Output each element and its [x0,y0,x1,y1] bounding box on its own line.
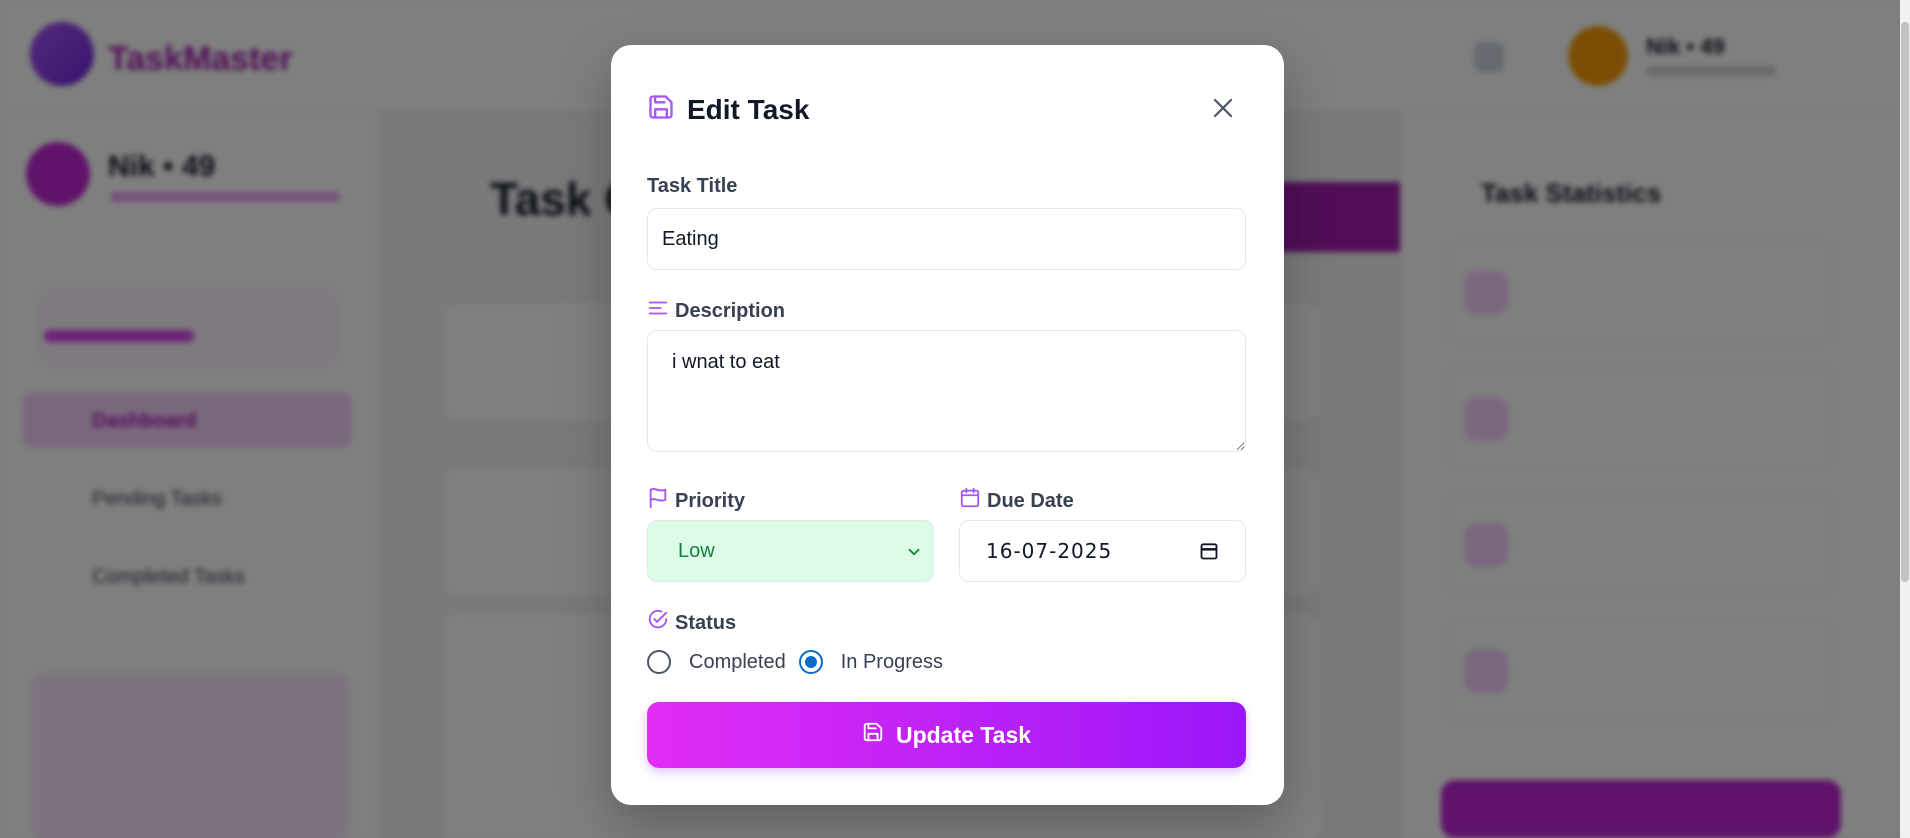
due-date-label-text: Due Date [987,489,1074,512]
scrollbar-thumb[interactable] [1901,22,1909,582]
task-title-label-text: Task Title [647,175,738,197]
due-date-value: 16-07-2025 [986,539,1113,563]
description-textarea[interactable]: i wnat to eat [647,330,1246,452]
task-title-input[interactable] [647,208,1246,270]
page-scrollbar[interactable] [1900,0,1910,838]
priority-select[interactable]: Low [647,520,934,582]
status-in-progress-radio[interactable] [798,650,823,674]
close-button[interactable] [1208,95,1238,125]
save-icon [862,721,884,749]
calendar-icon [959,487,981,515]
status-radio-group: Completed In Progress [647,650,943,674]
edit-task-modal: Edit Task Task Title Description i wnat … [611,45,1284,805]
update-task-label: Update Task [895,721,1032,748]
status-label: Status [647,609,736,637]
priority-label-text: Priority [675,489,746,512]
priority-label: Priority [647,487,745,515]
calendar-picker-icon[interactable] [1199,541,1219,566]
close-icon [1211,96,1235,125]
status-completed-radio[interactable] [647,650,671,674]
flag-icon [647,487,669,515]
due-date-label: Due Date [959,487,1074,515]
modal-title: Edit Task [687,93,810,125]
save-icon [647,93,675,126]
update-task-button[interactable]: Update Task [647,702,1246,768]
align-left-icon [647,297,669,325]
chevron-down-icon [905,543,923,567]
task-title-label: Task Title [647,175,737,198]
modal-header: Edit Task [647,93,809,126]
check-circle-icon [647,609,669,637]
priority-selected-value: Low [678,539,715,562]
description-label: Description [647,297,785,325]
due-date-input[interactable]: 16-07-2025 [959,520,1246,582]
status-completed-label[interactable]: Completed [689,651,786,674]
status-label-text: Status [675,611,737,634]
description-label-text: Description [675,299,786,322]
status-in-progress-label[interactable]: In Progress [841,651,943,674]
